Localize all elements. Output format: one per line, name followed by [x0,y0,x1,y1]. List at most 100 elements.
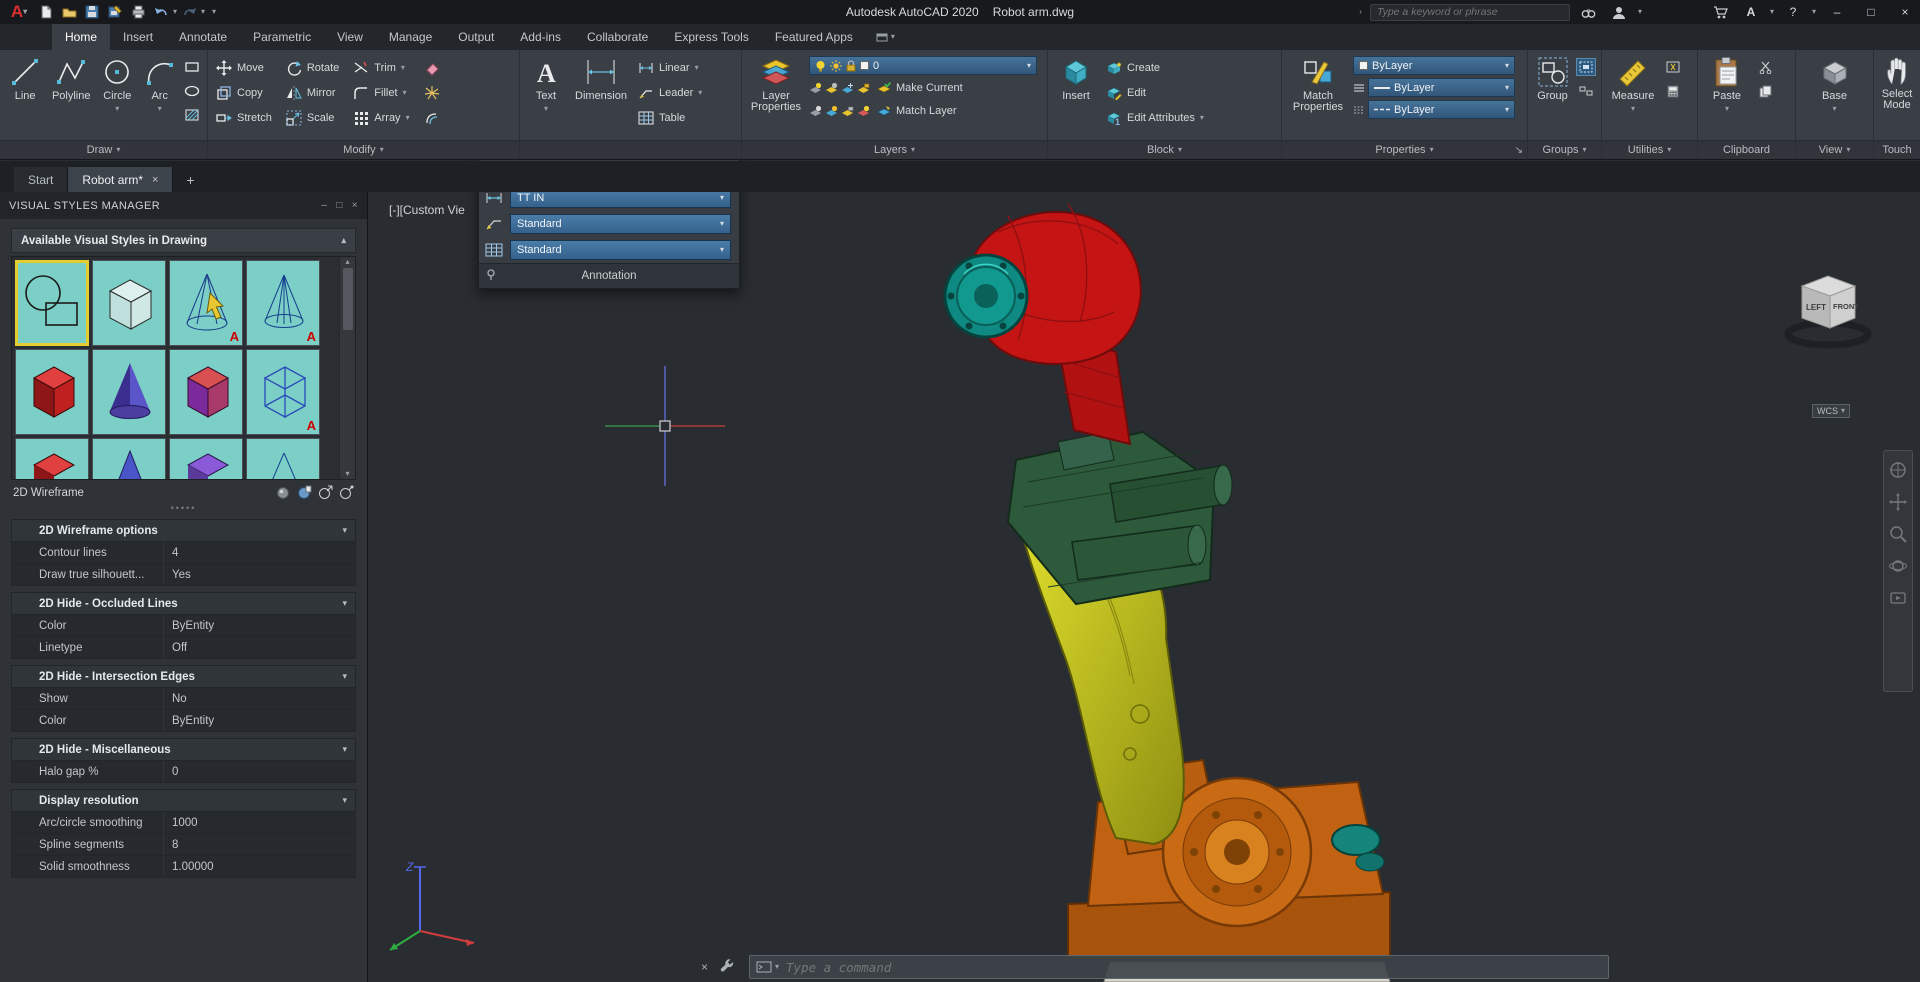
new-drawing-button[interactable] [35,2,57,22]
make-current-button[interactable]: Make Current [874,78,966,98]
paste-button[interactable]: Paste ▾ [1703,53,1751,140]
visual-style-thumb-2d-wireframe[interactable] [15,260,89,346]
app-store-button[interactable] [1710,2,1732,22]
visual-style-thumb-shades-gray[interactable] [169,349,243,435]
draw-panel-footer[interactable]: Draw ▾ [0,140,207,159]
qat-customize-icon[interactable]: ▾ [212,8,216,16]
help-caret-icon[interactable]: ▾ [1812,8,1816,16]
create-block-button[interactable]: Create [1103,55,1207,80]
circle-button[interactable]: Circle ▾ [97,53,137,140]
navigation-bar[interactable] [1883,450,1913,692]
command-options[interactable]: ▾ [750,961,786,973]
minimize-button[interactable]: – [1824,1,1850,23]
properties-panel-footer[interactable]: Properties ▾ ↘ [1282,140,1527,159]
touch-panel-footer[interactable]: Touch [1874,140,1920,159]
styles-scrollbar[interactable]: ▴ ▾ [339,257,355,479]
visual-style-thumb-shaded[interactable] [15,349,89,435]
quick-select-button[interactable] [1663,58,1683,76]
file-tab-robot-arm[interactable]: Robot arm* × [68,167,174,192]
file-tab-start[interactable]: Start [14,167,69,192]
apply-style-icon[interactable] [297,485,312,500]
stretch-button[interactable]: Stretch [213,105,275,130]
leader-button[interactable]: Leader ▾ [635,80,705,105]
layers-panel-footer[interactable]: Layers ▾ [742,140,1047,159]
groups-panel-footer[interactable]: Groups ▾ [1528,140,1601,159]
modify-panel-footer[interactable]: Modify ▾ [208,140,519,159]
scroll-up-icon[interactable]: ▴ [345,257,349,266]
view-cube[interactable]: LEFT FRONT [1780,268,1876,359]
redo-button[interactable] [178,2,200,22]
utilities-panel-footer[interactable]: Utilities ▾ [1602,140,1697,159]
group-2d-hide-occluded[interactable]: 2D Hide - Occluded Lines ▾ [11,592,356,615]
lineweight-combo[interactable]: ByLayer ▾ [1368,78,1515,97]
tab-parametric[interactable]: Parametric [240,24,324,50]
copy-clip-button[interactable] [1755,82,1775,100]
sign-in-caret-icon[interactable]: ▾ [1638,8,1642,16]
pushpin-icon[interactable] [486,268,498,281]
redo-caret-icon[interactable]: ▾ [201,8,205,16]
search-button[interactable] [1578,2,1600,22]
exchange-caret-icon[interactable]: ▾ [1770,8,1774,16]
line-button[interactable]: Line [5,53,45,140]
match-layer-button[interactable]: Match Layer [874,101,960,121]
fillet-button[interactable]: Fillet ▾ [350,80,412,105]
palette-minimize-icon[interactable]: – [321,200,327,211]
tab-insert[interactable]: Insert [110,24,166,50]
dimension-button[interactable]: Dimension [571,53,631,140]
save-as-button[interactable] [104,2,126,22]
annotation-flyout-footer[interactable]: Annotation [479,263,739,288]
quick-calc-button[interactable] [1663,82,1683,100]
close-tab-icon[interactable]: × [152,174,158,186]
rotate-button[interactable]: Rotate [283,55,342,80]
open-drawing-button[interactable] [58,2,80,22]
command-line-bar[interactable]: ▾ [749,955,1609,979]
block-panel-footer[interactable]: Block ▾ [1048,140,1281,159]
layer-thaw-icon[interactable] [825,105,838,118]
table-style-combo[interactable]: Standard ▾ [510,240,731,260]
help-search-input[interactable] [1369,3,1570,21]
visual-style-thumb-hidden[interactable]: A [169,260,243,346]
layer-unisolate-icon[interactable] [809,105,822,118]
layer-freeze-icon[interactable] [841,82,854,95]
group-2d-wireframe-options[interactable]: 2D Wireframe options ▾ [11,519,356,542]
layer-properties-button[interactable]: Layer Properties [747,53,805,140]
dialog-launcher-icon[interactable]: ↘ [1515,145,1523,156]
plot-button[interactable] [127,2,149,22]
ribbon-display-toggle[interactable]: ▾ [866,24,905,50]
orbit-icon[interactable] [1889,557,1907,575]
explode-button[interactable] [421,80,443,105]
clipboard-panel-footer[interactable]: Clipboard [1698,140,1795,159]
ungroup-button[interactable] [1576,82,1596,100]
sign-in-button[interactable] [1608,2,1630,22]
object-color-combo[interactable]: ByLayer ▾ [1353,56,1515,75]
trim-button[interactable]: Trim ▾ [350,55,412,80]
tab-manage[interactable]: Manage [376,24,445,50]
multileader-style-combo[interactable]: Standard ▾ [510,214,731,234]
customize-wrench-icon[interactable] [720,959,735,974]
visual-style-thumb-sketchy[interactable] [15,438,89,479]
undo-button[interactable] [150,2,172,22]
palette-close-icon[interactable]: × [352,200,358,211]
pan-icon[interactable] [1889,493,1907,511]
tab-add-ins[interactable]: Add-ins [507,24,574,50]
close-command-icon[interactable]: × [701,960,708,974]
arc-button[interactable]: Arc ▾ [141,53,178,140]
wcs-menu[interactable]: WCS ▾ [1811,404,1850,418]
palette-title-bar[interactable]: VISUAL STYLES MANAGER – □ × [0,192,367,219]
command-input[interactable] [786,959,1608,975]
exchange-apps-button[interactable]: A [1740,2,1762,22]
copy-button[interactable]: Copy [213,80,275,105]
erase-button[interactable] [421,55,443,80]
group-2d-hide-misc[interactable]: 2D Hide - Miscellaneous ▾ [11,738,356,761]
visual-style-thumb-xray[interactable] [92,438,166,479]
tab-output[interactable]: Output [445,24,507,50]
visual-style-thumb-extra-2[interactable] [246,438,320,479]
mirror-button[interactable]: Mirror [283,80,342,105]
visual-style-thumb-extra-1[interactable] [169,438,243,479]
zoom-icon[interactable] [1889,525,1907,543]
hatch-button[interactable] [182,106,202,124]
drawing-viewport[interactable]: [-][Custom Vie LEFT FRONT WCS ▾ Z × ▾ Ty… [368,192,1920,982]
visual-style-thumb-shaded-edges[interactable] [92,349,166,435]
layer-off-icon[interactable] [809,82,822,95]
tab-view[interactable]: View [324,24,376,50]
